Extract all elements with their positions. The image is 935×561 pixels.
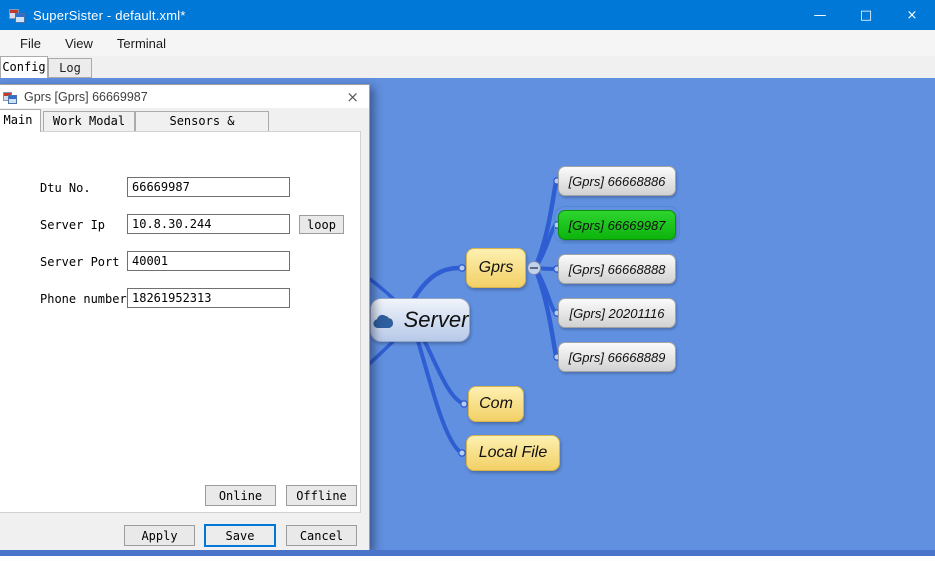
main-tabstrip: Config Log bbox=[0, 56, 935, 78]
maximize-button[interactable]: □ bbox=[843, 0, 889, 30]
tab-log[interactable]: Log bbox=[48, 58, 92, 78]
save-button[interactable]: Save bbox=[204, 524, 276, 547]
node-child-label: [Gprs] 66668888 bbox=[569, 262, 666, 277]
dialog-title: Gprs [Gprs] 66669987 bbox=[24, 90, 148, 104]
dtu-no-label: Dtu No. bbox=[40, 178, 91, 198]
node-child-label: [Gprs] 66668886 bbox=[569, 174, 666, 189]
close-button[interactable]: × bbox=[889, 0, 935, 30]
node-gprs-66669987-selected[interactable]: [Gprs] 66669987 bbox=[558, 210, 676, 240]
server-port-label: Server Port bbox=[40, 252, 119, 272]
server-ip-input[interactable] bbox=[127, 214, 290, 234]
node-gprs-label: Gprs bbox=[479, 259, 514, 277]
dialog-tabstrip: Main Work Modal Sensors & Confusion bbox=[0, 109, 369, 132]
node-com-label: Com bbox=[479, 395, 513, 413]
node-child-label: [Gprs] 20201116 bbox=[570, 306, 665, 321]
node-child-label: [Gprs] 66669987 bbox=[569, 218, 666, 233]
node-server-label: Server bbox=[404, 307, 469, 333]
collapse-toggle-icon bbox=[528, 262, 541, 275]
dtu-no-input[interactable] bbox=[127, 177, 290, 197]
offline-button[interactable]: Offline bbox=[286, 485, 357, 506]
menu-file[interactable]: File bbox=[10, 32, 51, 55]
app-window: SuperSister - default.xml* — □ × File Vi… bbox=[0, 0, 935, 561]
dialog-icon bbox=[3, 90, 17, 104]
phone-number-label: Phone number bbox=[40, 289, 127, 309]
node-gprs-20201116[interactable]: [Gprs] 20201116 bbox=[558, 298, 676, 328]
menu-terminal[interactable]: Terminal bbox=[107, 32, 176, 55]
menu-view[interactable]: View bbox=[55, 32, 103, 55]
server-ip-label: Server Ip bbox=[40, 215, 105, 235]
node-gprs-66668886[interactable]: [Gprs] 66668886 bbox=[558, 166, 676, 196]
dialog-body: Dtu No. Server Ip loop Server Port Phone… bbox=[0, 131, 361, 513]
node-child-label: [Gprs] 66668889 bbox=[569, 350, 666, 365]
node-gprs[interactable]: Gprs bbox=[466, 248, 526, 288]
node-server[interactable]: Server bbox=[370, 298, 470, 342]
node-gprs-66668888[interactable]: [Gprs] 66668888 bbox=[558, 254, 676, 284]
node-local-file-label: Local File bbox=[479, 444, 547, 462]
cloud-icon bbox=[372, 312, 398, 329]
app-icon bbox=[9, 7, 25, 23]
online-button[interactable]: Online bbox=[205, 485, 276, 506]
node-gprs-66668889[interactable]: [Gprs] 66668889 bbox=[558, 342, 676, 372]
desktop-edge bbox=[0, 556, 935, 561]
dialog-close-icon[interactable]: × bbox=[346, 88, 359, 106]
dialog-tab-sensors[interactable]: Sensors & Confusion bbox=[135, 111, 269, 132]
window-titlebar: SuperSister - default.xml* — □ × bbox=[0, 0, 935, 30]
phone-number-input[interactable] bbox=[127, 288, 290, 308]
node-local-file[interactable]: Local File bbox=[466, 435, 560, 471]
apply-button[interactable]: Apply bbox=[124, 525, 195, 546]
dialog-tab-work-modal[interactable]: Work Modal bbox=[43, 111, 135, 132]
dialog-tab-main[interactable]: Main bbox=[0, 109, 41, 132]
loop-button[interactable]: loop bbox=[299, 215, 344, 234]
cancel-button[interactable]: Cancel bbox=[286, 525, 357, 546]
tab-config[interactable]: Config bbox=[0, 56, 48, 78]
node-com[interactable]: Com bbox=[468, 386, 524, 422]
menu-bar: File View Terminal bbox=[0, 30, 935, 56]
minimize-button[interactable]: — bbox=[797, 0, 843, 30]
window-title: SuperSister - default.xml* bbox=[33, 8, 186, 23]
server-port-input[interactable] bbox=[127, 251, 290, 271]
gprs-config-dialog: Gprs [Gprs] 66669987 × Main Work Modal S… bbox=[0, 84, 370, 551]
dialog-titlebar[interactable]: Gprs [Gprs] 66669987 × bbox=[0, 85, 369, 108]
